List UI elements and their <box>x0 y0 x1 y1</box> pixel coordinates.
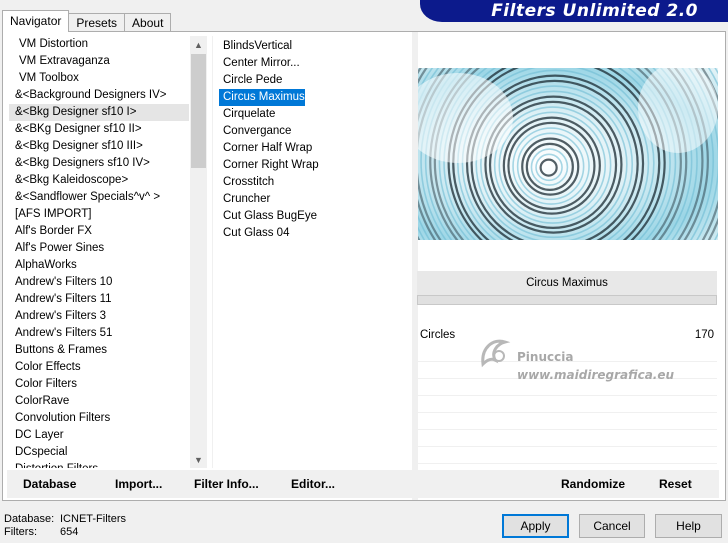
category-item[interactable]: ColorRave <box>9 393 189 410</box>
category-item[interactable]: Andrew's Filters 51 <box>9 325 189 342</box>
preview-image <box>418 68 718 240</box>
brand-title: Filters Unlimited 2.0 <box>491 1 698 21</box>
watermark: Pinuccia www.maidiregrafica.eu <box>475 332 685 392</box>
category-item[interactable]: Alf's Power Sines <box>9 240 189 257</box>
filter-info-button[interactable]: Filter Info... <box>194 477 259 491</box>
filter-item[interactable]: Center Mirror... <box>219 55 300 72</box>
import-button[interactable]: Import... <box>115 477 162 491</box>
category-item[interactable]: VM Extravaganza <box>9 53 189 70</box>
navigator-panel: VM Distortion VM Extravaganza VM Toolbox &<… <box>2 31 726 501</box>
randomize-button[interactable]: Randomize <box>561 477 625 491</box>
parameter-value[interactable]: 170 <box>695 327 714 343</box>
filter-name-label: Circus Maximus <box>417 271 717 295</box>
filter-item[interactable]: Circle Pede <box>219 72 282 89</box>
scroll-down-icon[interactable]: ▼ <box>190 451 207 468</box>
filter-item[interactable]: Cruncher <box>219 191 270 208</box>
filter-item[interactable]: Circus Maximus <box>219 89 305 106</box>
filter-item[interactable]: Cirquelate <box>219 106 275 123</box>
scrollbar-thumb[interactable] <box>191 54 206 168</box>
category-item[interactable]: Andrew's Filters 3 <box>9 308 189 325</box>
reset-button[interactable]: Reset <box>659 477 692 491</box>
watermark-name: Pinuccia <box>517 350 574 364</box>
filter-item[interactable]: Cut Glass 04 <box>219 225 289 242</box>
list-divider <box>212 36 213 468</box>
database-label: Database: <box>4 513 55 525</box>
category-item[interactable]: Andrew's Filters 10 <box>9 274 189 291</box>
cancel-button[interactable]: Cancel <box>579 514 645 538</box>
filter-item[interactable]: Corner Right Wrap <box>219 157 319 174</box>
filters-count-label: Filters: <box>4 526 37 538</box>
parameter-slider[interactable] <box>417 295 717 305</box>
filter-item[interactable]: Crosstitch <box>219 174 274 191</box>
category-item[interactable]: &<Bkg Designers sf10 IV> <box>9 155 189 172</box>
category-item[interactable]: VM Toolbox <box>9 70 189 87</box>
category-item[interactable]: &<Bkg Designer sf10 I> <box>9 104 189 121</box>
filter-item[interactable]: BlindsVertical <box>219 38 292 55</box>
database-value: ICNET-Filters <box>60 513 126 525</box>
category-item[interactable]: &<Bkg Kaleidoscope> <box>9 172 189 189</box>
filter-item[interactable]: Corner Half Wrap <box>219 140 312 157</box>
database-info: Database: ICNET-Filters Filters: 654 <box>4 513 126 539</box>
scroll-up-icon[interactable]: ▲ <box>190 36 207 53</box>
category-item[interactable]: Alf's Border FX <box>9 223 189 240</box>
help-button[interactable]: Help <box>655 514 722 538</box>
tab-navigator[interactable]: Navigator <box>2 10 70 32</box>
category-item[interactable]: &<BKg Designer sf10 II> <box>9 121 189 138</box>
watermark-url: www.maidiregrafica.eu <box>517 368 675 382</box>
database-button[interactable]: Database <box>23 477 76 491</box>
brand-banner: Filters Unlimited 2.0 <box>420 0 728 22</box>
tab-presets[interactable]: Presets <box>68 13 126 32</box>
tab-about[interactable]: About <box>124 13 172 32</box>
editor-button[interactable]: Editor... <box>291 477 335 491</box>
category-item[interactable]: [AFS IMPORT] <box>9 206 189 223</box>
category-item[interactable]: Convolution Filters <box>9 410 189 427</box>
watermark-logo-icon <box>481 339 511 368</box>
category-item[interactable]: &<Bkg Designer sf10 III> <box>9 138 189 155</box>
filter-item[interactable]: Convergance <box>219 123 291 140</box>
category-item[interactable]: Andrew's Filters 11 <box>9 291 189 308</box>
filter-button-bar: Randomize Reset <box>417 470 719 498</box>
category-item[interactable]: Color Effects <box>9 359 189 376</box>
category-scrollbar[interactable]: ▲ ▼ <box>190 36 207 468</box>
filter-list[interactable]: BlindsVertical Center Mirror... Circle Ped… <box>219 38 409 468</box>
category-item[interactable]: Distortion Filters <box>9 461 189 468</box>
filter-item[interactable]: Cut Glass BugEye <box>219 208 317 225</box>
category-list[interactable]: VM Distortion VM Extravaganza VM Toolbox &<… <box>9 36 189 468</box>
category-item[interactable]: DC Layer <box>9 427 189 444</box>
parameter-label: Circles <box>420 329 456 341</box>
category-item[interactable]: &<Background Designers IV> <box>9 87 189 104</box>
category-item[interactable]: &<Sandflower Specials^v^ > <box>9 189 189 206</box>
category-item[interactable]: Color Filters <box>9 376 189 393</box>
filters-count-value: 654 <box>60 526 79 538</box>
category-item[interactable]: DCspecial <box>9 444 189 461</box>
apply-button[interactable]: Apply <box>502 514 569 538</box>
tab-bar: Navigator Presets About <box>2 10 172 32</box>
list-button-bar: Database Import... Filter Info... Editor… <box>7 470 413 498</box>
category-item[interactable]: Buttons & Frames <box>9 342 189 359</box>
category-item[interactable]: VM Distortion <box>9 36 189 53</box>
category-item[interactable]: AlphaWorks <box>9 257 189 274</box>
